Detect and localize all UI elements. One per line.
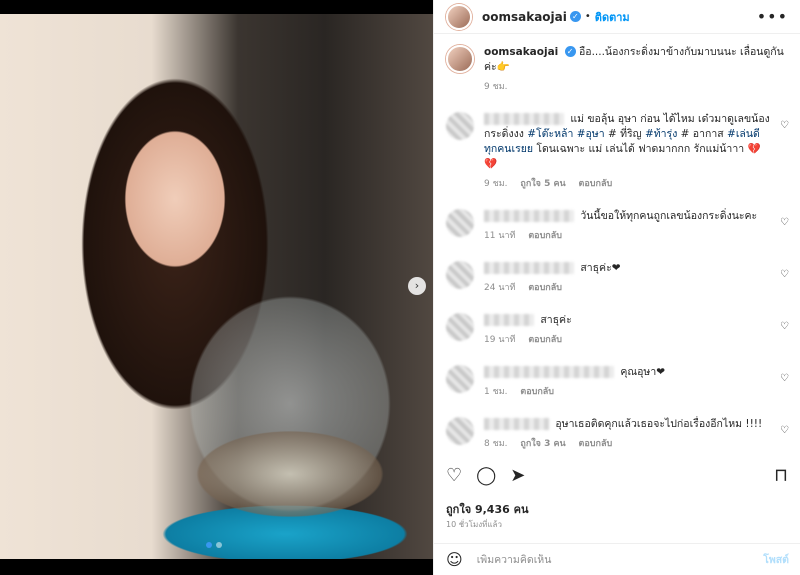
separator-dot: •: [584, 11, 591, 22]
comment-icon[interactable]: ◯: [476, 467, 496, 485]
comment-text: # อากาส: [677, 128, 728, 140]
reply-button[interactable]: ตอบกลับ: [579, 179, 613, 189]
verified-icon: ✓: [569, 11, 581, 22]
like-comment-icon[interactable]: ♡: [780, 120, 789, 131]
reply-button[interactable]: ตอบกลับ: [528, 283, 562, 293]
comment-item: คุณอุษา❤ 1 ชม. ตอบกลับ ♡: [446, 365, 789, 400]
post-timestamp: 10 ชั่วโมงที่แล้ว: [446, 520, 502, 529]
verified-icon: ✓: [564, 46, 576, 57]
avatar[interactable]: [446, 261, 474, 289]
comment-text: สาธุค่ะ❤: [580, 262, 621, 274]
reply-button[interactable]: ตอบกลับ: [528, 231, 562, 241]
avatar[interactable]: [446, 417, 474, 445]
likes-count[interactable]: ถูกใจ 9,436 คน: [446, 500, 528, 518]
post-image: [0, 14, 433, 559]
post-side-panel: oomsakaojai ✓ • ติดตาม ••• oomsakaojai ✓…: [433, 0, 800, 575]
caption-username[interactable]: oomsakaojai: [484, 46, 558, 58]
reply-button[interactable]: ตอบกลับ: [579, 439, 613, 449]
comment-item: แม่ ขอลุ้น อุษา ก่อน ได้ไหม เด๋วมาดูเลขน…: [446, 112, 789, 192]
comment-text: # ที่ริญ: [604, 128, 645, 140]
hashtag-link[interactable]: #อุษา: [577, 128, 605, 140]
avatar[interactable]: [446, 365, 474, 393]
carousel-dots: [206, 542, 222, 548]
avatar[interactable]: [446, 3, 472, 30]
commenter-name-blurred[interactable]: [484, 314, 534, 326]
like-comment-icon[interactable]: ♡: [780, 217, 789, 228]
share-icon[interactable]: ➤: [510, 467, 525, 485]
action-bar: ♡ ◯ ➤ ⊓: [446, 462, 788, 490]
comment-text: วันนี้ขอให้ทุกคนถูกเลขน้องกระดิ่งนะคะ: [580, 210, 758, 222]
caption: oomsakaojai ✓ อือ....น้องกระดิ่งมาข้างกั…: [446, 45, 789, 95]
comment-time: 24 นาที: [484, 283, 516, 293]
comment-time: 19 นาที: [484, 335, 516, 345]
hashtag-link[interactable]: #ท้ารุ่ง: [645, 128, 677, 140]
avatar[interactable]: [446, 313, 474, 341]
comment-time: 8 ชม.: [484, 439, 508, 449]
post-header: oomsakaojai ✓ • ติดตาม •••: [434, 0, 800, 34]
username[interactable]: oomsakaojai: [482, 10, 567, 24]
caption-time: 9 ชม.: [484, 82, 508, 92]
commenter-name-blurred[interactable]: [484, 418, 549, 430]
add-comment-input[interactable]: [476, 553, 764, 566]
comment-item: สาธุค่ะ 19 นาที ตอบกลับ ♡: [446, 313, 789, 348]
comment-time: 11 นาที: [484, 231, 516, 241]
commenter-name-blurred[interactable]: [484, 210, 574, 222]
post-comment-button[interactable]: โพสต์: [763, 551, 789, 568]
next-photo-icon[interactable]: ›: [408, 277, 426, 295]
emoji-icon[interactable]: ☺: [446, 550, 463, 569]
commenter-name-blurred[interactable]: [484, 262, 574, 274]
comment-item: วันนี้ขอให้ทุกคนถูกเลขน้องกระดิ่งนะคะ 11…: [446, 209, 789, 244]
like-icon[interactable]: ♡: [446, 467, 462, 485]
avatar[interactable]: [446, 209, 474, 237]
avatar[interactable]: [446, 112, 474, 140]
like-comment-icon[interactable]: ♡: [780, 321, 789, 332]
more-options-icon[interactable]: •••: [757, 7, 788, 26]
like-comment-icon[interactable]: ♡: [780, 373, 789, 384]
reply-button[interactable]: ตอบกลับ: [520, 387, 554, 397]
post-photo[interactable]: ›: [0, 0, 433, 575]
comment-likes[interactable]: ถูกใจ 5 คน: [520, 179, 565, 189]
comment-item: อุษาเธอติดคุกแล้วเธอจะไปก่อเรื่องอีกไหม …: [446, 417, 789, 452]
carousel-dot: [216, 542, 222, 548]
commenter-name-blurred[interactable]: [484, 366, 614, 378]
comment-item: สาธุค่ะ❤ 24 นาที ตอบกลับ ♡: [446, 261, 789, 296]
comment-text: สาธุค่ะ: [540, 314, 572, 326]
add-comment-bar: ☺ โพสต์: [434, 543, 800, 575]
commenter-name-blurred[interactable]: [484, 113, 564, 125]
like-comment-icon[interactable]: ♡: [780, 269, 789, 280]
save-icon[interactable]: ⊓: [774, 467, 788, 485]
avatar[interactable]: [446, 45, 474, 73]
comments-list[interactable]: oomsakaojai ✓ อือ....น้องกระดิ่งมาข้างกั…: [434, 35, 800, 455]
follow-button[interactable]: ติดตาม: [595, 8, 630, 26]
comment-time: 9 ชม.: [484, 179, 508, 189]
comment-likes[interactable]: ถูกใจ 3 คน: [520, 439, 565, 449]
carousel-dot-active: [206, 542, 212, 548]
hashtag-link[interactable]: #โต๊ะหล้า: [527, 128, 573, 140]
reply-button[interactable]: ตอบกลับ: [528, 335, 562, 345]
comment-text: อุษาเธอติดคุกแล้วเธอจะไปก่อเรื่องอีกไหม …: [555, 418, 763, 430]
comment-text: คุณอุษา❤: [620, 366, 666, 378]
comment-time: 1 ชม.: [484, 387, 508, 397]
like-comment-icon[interactable]: ♡: [780, 425, 789, 436]
